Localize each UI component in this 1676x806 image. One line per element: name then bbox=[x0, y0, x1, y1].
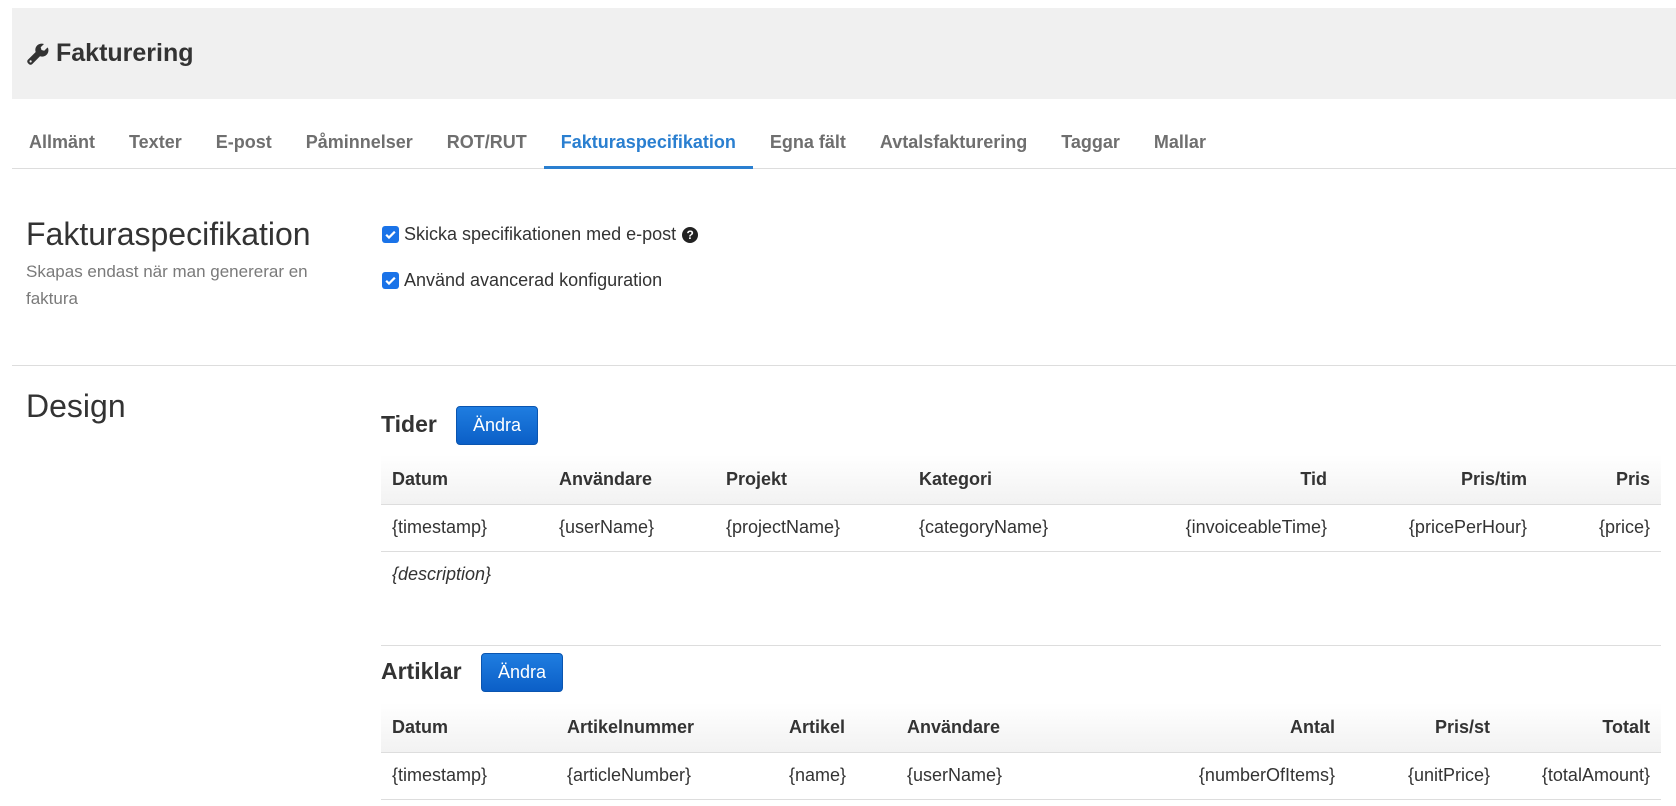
tab-mallar[interactable]: Mallar bbox=[1137, 120, 1223, 169]
option-send-spec-email: Skicka specifikationen med e-post ? bbox=[382, 224, 699, 245]
table-header-row: Datum Artikelnummer Artikel Användare An… bbox=[381, 703, 1661, 753]
wrench-icon bbox=[27, 43, 49, 65]
col-anvandare: Användare bbox=[896, 703, 1146, 753]
tab-paminnelser[interactable]: Påminnelser bbox=[289, 120, 430, 169]
settings-tabs: Allmänt Texter E-post Påminnelser ROT/RU… bbox=[12, 120, 1676, 169]
cell-username: {userName} bbox=[548, 504, 715, 552]
tab-avtalsfakturering[interactable]: Avtalsfakturering bbox=[863, 120, 1044, 169]
tab-allmant[interactable]: Allmänt bbox=[12, 120, 112, 169]
option-advanced-config: Använd avancerad konfiguration bbox=[382, 270, 662, 291]
tab-fakturaspecifikation[interactable]: Fakturaspecifikation bbox=[543, 120, 753, 169]
table-spacer-row bbox=[381, 598, 1661, 646]
col-totalt: Totalt bbox=[1501, 703, 1661, 753]
col-artikel: Artikel bbox=[778, 703, 896, 753]
cell-project-name: {projectName} bbox=[715, 504, 908, 552]
times-title: Tider bbox=[381, 411, 437, 437]
section-divider bbox=[12, 365, 1676, 366]
spec-section-title: Fakturaspecifikation bbox=[26, 216, 311, 252]
tab-texter[interactable]: Texter bbox=[112, 120, 199, 169]
times-table: Datum Användare Projekt Kategori Tid Pri… bbox=[381, 455, 1661, 646]
col-pris-tim: Pris/tim bbox=[1338, 455, 1538, 505]
col-pris: Pris bbox=[1538, 455, 1661, 505]
cell-total-amount: {totalAmount} bbox=[1501, 752, 1661, 800]
col-datum: Datum bbox=[381, 703, 556, 753]
cell-username: {userName} bbox=[896, 752, 1146, 800]
col-artikelnummer: Artikelnummer bbox=[556, 703, 778, 753]
col-tid: Tid bbox=[1138, 455, 1338, 505]
cell-price-per-hour: {pricePerHour} bbox=[1338, 504, 1538, 552]
articles-title: Artiklar bbox=[381, 658, 462, 684]
tab-rot-rut[interactable]: ROT/RUT bbox=[430, 120, 544, 169]
spec-section-subtitle: Skapas endast när man genererar en faktu… bbox=[26, 262, 308, 308]
col-datum: Datum bbox=[381, 455, 548, 505]
send-spec-email-checkbox[interactable] bbox=[382, 226, 399, 243]
cell-timestamp: {timestamp} bbox=[381, 752, 556, 800]
cell-description: {description} bbox=[392, 564, 492, 585]
cell-unit-price: {unitPrice} bbox=[1346, 752, 1501, 800]
col-anvandare: Användare bbox=[548, 455, 715, 505]
col-pris-st: Pris/st bbox=[1346, 703, 1501, 753]
tab-taggar[interactable]: Taggar bbox=[1044, 120, 1137, 169]
table-header-row: Datum Användare Projekt Kategori Tid Pri… bbox=[381, 455, 1661, 505]
col-kategori: Kategori bbox=[908, 455, 1138, 505]
checkmark-icon bbox=[385, 230, 396, 240]
send-spec-email-label: Skicka specifikationen med e-post bbox=[404, 224, 677, 244]
page-header: Fakturering bbox=[12, 8, 1676, 99]
cell-number-of-items: {numberOfItems} bbox=[1146, 752, 1346, 800]
edit-times-button[interactable]: Ändra bbox=[456, 406, 539, 445]
cell-timestamp: {timestamp} bbox=[381, 504, 548, 552]
articles-table: Datum Artikelnummer Artikel Användare An… bbox=[381, 703, 1661, 800]
cell-category-name: {categoryName} bbox=[908, 504, 1138, 552]
table-row: {timestamp} {userName} {projectName} {ca… bbox=[381, 504, 1661, 552]
cell-price: {price} bbox=[1538, 504, 1661, 552]
edit-articles-button[interactable]: Ändra bbox=[481, 653, 564, 692]
page-title: Fakturering bbox=[56, 39, 194, 67]
col-projekt: Projekt bbox=[715, 455, 908, 505]
tab-e-post[interactable]: E-post bbox=[199, 120, 289, 169]
cell-invoiceable-time: {invoiceableTime} bbox=[1138, 504, 1338, 552]
design-section-title: Design bbox=[26, 388, 126, 424]
cell-name: {name} bbox=[778, 752, 896, 800]
table-row: {timestamp} {articleNumber} {name} {user… bbox=[381, 752, 1661, 800]
tab-egna-falt[interactable]: Egna fält bbox=[753, 120, 863, 169]
advanced-config-label: Använd avancerad konfiguration bbox=[404, 270, 663, 290]
advanced-config-checkbox[interactable] bbox=[382, 272, 399, 289]
col-antal: Antal bbox=[1146, 703, 1346, 753]
question-circle-icon[interactable]: ? bbox=[682, 226, 699, 243]
checkmark-icon bbox=[385, 276, 396, 286]
table-description-row: {description} bbox=[381, 551, 1661, 598]
cell-article-number: {articleNumber} bbox=[556, 752, 778, 800]
